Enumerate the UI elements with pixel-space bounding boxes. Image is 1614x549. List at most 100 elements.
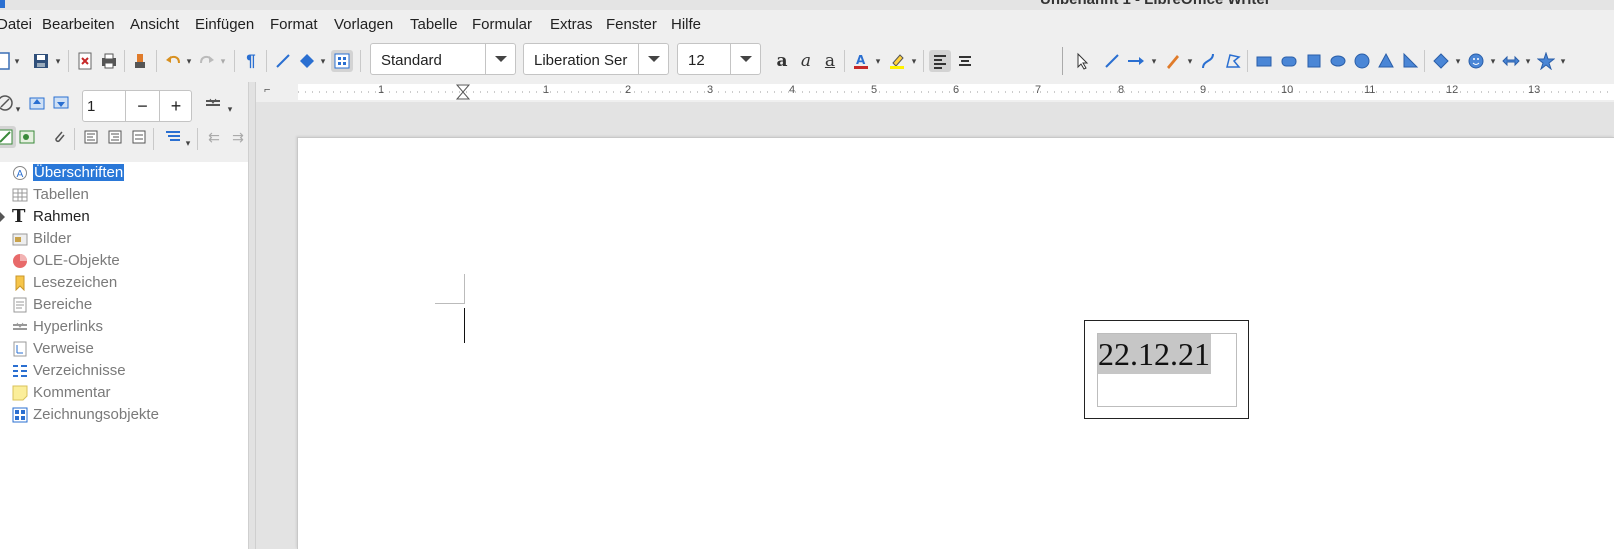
freeform-line-icon[interactable] bbox=[1162, 50, 1184, 72]
select-icon[interactable] bbox=[1071, 50, 1093, 72]
document-page[interactable] bbox=[297, 137, 1614, 549]
block-arrows-dropdown-icon[interactable]: ▾ bbox=[1523, 50, 1533, 72]
content-navigation-view-icon[interactable] bbox=[0, 126, 16, 148]
heading-levels-icon[interactable] bbox=[162, 126, 184, 148]
tree-item-indexes[interactable]: Verzeichnisse bbox=[0, 360, 250, 382]
menu-fenster[interactable]: Fenster bbox=[606, 16, 657, 33]
menu-vorlagen[interactable]: Vorlagen bbox=[334, 16, 393, 33]
menu-hilfe[interactable]: Hilfe bbox=[671, 16, 701, 33]
tree-item-ole-objects[interactable]: OLE-Objekte bbox=[0, 250, 250, 272]
increment-button[interactable]: + bbox=[159, 91, 192, 121]
ellipse-icon[interactable] bbox=[1327, 50, 1349, 72]
promote-level-icon[interactable] bbox=[128, 126, 150, 148]
font-name-dropdown-button[interactable] bbox=[638, 44, 668, 74]
tree-item-tables[interactable]: Tabellen bbox=[0, 184, 250, 206]
demote-outline-icon[interactable]: ⇇ bbox=[203, 126, 225, 148]
text-frame-content-area[interactable]: 22.12.21 bbox=[1097, 333, 1237, 407]
drag-mode-icon[interactable] bbox=[202, 92, 224, 114]
print-icon[interactable] bbox=[98, 50, 120, 72]
paragraph-style-dropdown-button[interactable] bbox=[485, 44, 515, 74]
rounded-rectangle-icon[interactable] bbox=[1278, 50, 1300, 72]
tree-item-references[interactable]: Verweise bbox=[0, 338, 250, 360]
font-size-combo[interactable]: 12 bbox=[677, 43, 761, 75]
font-size-dropdown-button[interactable] bbox=[730, 44, 760, 74]
menu-extras[interactable]: Extras bbox=[550, 16, 593, 33]
font-color-icon[interactable]: A bbox=[850, 50, 872, 72]
block-arrows-icon[interactable] bbox=[1500, 50, 1522, 72]
export-pdf-icon[interactable] bbox=[74, 50, 96, 72]
promote-outline-icon[interactable]: ⇉ bbox=[227, 126, 249, 148]
basic-shapes-dropdown-icon[interactable]: ▾ bbox=[1453, 50, 1463, 72]
tab-stop-selector[interactable]: ⌐ bbox=[264, 84, 270, 96]
symbol-shapes-smiley-icon[interactable] bbox=[1465, 50, 1487, 72]
sidebar-splitter[interactable] bbox=[248, 82, 256, 549]
underline-a-icon[interactable]: a bbox=[819, 50, 841, 72]
align-left-icon[interactable] bbox=[929, 50, 951, 72]
promote-chapter-icon[interactable] bbox=[80, 126, 102, 148]
horizontal-ruler[interactable]: ⌐ 1 1 2 3 4 5 6 7 8 9 10 11 12 13 bbox=[256, 82, 1614, 102]
undo-icon[interactable] bbox=[162, 50, 184, 72]
circle-icon[interactable] bbox=[1351, 50, 1373, 72]
tree-item-hyperlinks[interactable]: Hyperlinks bbox=[0, 316, 250, 338]
redo-icon[interactable] bbox=[196, 50, 218, 72]
undo-dropdown-icon[interactable]: ▾ bbox=[184, 50, 194, 72]
square-icon[interactable] bbox=[1303, 50, 1325, 72]
freeform-dropdown-icon[interactable]: ▾ bbox=[1185, 50, 1195, 72]
stars-icon[interactable] bbox=[1535, 50, 1557, 72]
menu-bearbeiten[interactable]: Bearbeiten bbox=[42, 16, 115, 33]
insert-line-icon[interactable] bbox=[272, 50, 294, 72]
stars-dropdown-icon[interactable]: ▾ bbox=[1558, 50, 1568, 72]
curve-icon[interactable] bbox=[1197, 50, 1219, 72]
text-frame[interactable]: 22.12.21 bbox=[1084, 320, 1249, 419]
tree-item-sections[interactable]: Bereiche bbox=[0, 294, 250, 316]
font-name-combo[interactable]: Liberation Ser bbox=[523, 43, 669, 75]
menu-format[interactable]: Format bbox=[270, 16, 318, 33]
date-field[interactable]: 22.12.21 bbox=[1098, 334, 1211, 374]
next-object-icon[interactable] bbox=[50, 92, 72, 114]
rectangle-icon[interactable] bbox=[1253, 50, 1275, 72]
demote-chapter-icon[interactable] bbox=[104, 126, 126, 148]
decrement-button[interactable]: − bbox=[125, 91, 159, 121]
menu-datei[interactable]: Datei bbox=[0, 16, 32, 33]
tree-item-frames[interactable]: T Rahmen bbox=[0, 206, 250, 228]
save-icon[interactable] bbox=[30, 50, 52, 72]
tree-item-bookmarks[interactable]: Lesezeichen bbox=[0, 272, 250, 294]
line-arrow-dropdown-icon[interactable]: ▾ bbox=[1149, 50, 1159, 72]
symbol-shapes-dropdown-icon[interactable]: ▾ bbox=[1488, 50, 1498, 72]
new-dropdown-icon[interactable]: ▾ bbox=[12, 50, 22, 72]
shapes-dropdown-icon[interactable]: ▾ bbox=[318, 50, 328, 72]
basic-shapes-icon[interactable] bbox=[296, 50, 318, 72]
insert-object-icon[interactable] bbox=[16, 126, 38, 148]
bold-a-icon[interactable]: a bbox=[771, 50, 793, 72]
polygon-icon[interactable] bbox=[1222, 50, 1244, 72]
basic-shapes-diamond-icon[interactable] bbox=[1430, 50, 1452, 72]
highlight-color-icon[interactable] bbox=[886, 50, 908, 72]
highlight-dropdown-icon[interactable]: ▾ bbox=[909, 50, 919, 72]
tree-item-headings[interactable]: A Überschriften bbox=[0, 162, 250, 184]
expand-arrow-icon[interactable] bbox=[0, 212, 5, 222]
right-triangle-icon[interactable] bbox=[1399, 50, 1421, 72]
previous-object-icon[interactable] bbox=[26, 92, 48, 114]
font-color-dropdown-icon[interactable]: ▾ bbox=[873, 50, 883, 72]
align-center-icon[interactable] bbox=[954, 50, 976, 72]
attachment-icon[interactable] bbox=[48, 126, 70, 148]
tree-item-images[interactable]: Bilder bbox=[0, 228, 250, 250]
menu-einfuegen[interactable]: Einfügen bbox=[195, 16, 254, 33]
menu-tabelle[interactable]: Tabelle bbox=[410, 16, 458, 33]
tree-item-comments[interactable]: Kommentar bbox=[0, 382, 250, 404]
page-number-spinner[interactable]: 1 − + bbox=[82, 90, 192, 122]
toggle-draw-functions-icon[interactable] bbox=[331, 50, 353, 72]
line-icon[interactable] bbox=[1101, 50, 1123, 72]
drag-mode-dropdown-icon[interactable]: ▾ bbox=[225, 98, 235, 120]
formatting-marks-icon[interactable]: ¶ bbox=[240, 50, 262, 72]
clone-formatting-icon[interactable] bbox=[130, 50, 152, 72]
line-ends-arrow-icon[interactable] bbox=[1125, 50, 1147, 72]
menu-ansicht[interactable]: Ansicht bbox=[130, 16, 179, 33]
paragraph-style-combo[interactable]: Standard bbox=[370, 43, 516, 75]
navigation-dropdown-icon[interactable]: ▾ bbox=[13, 98, 23, 120]
menu-formular[interactable]: Formular bbox=[472, 16, 532, 33]
triangle-icon[interactable] bbox=[1375, 50, 1397, 72]
tree-item-drawing-objects[interactable]: Zeichnungsobjekte bbox=[0, 404, 250, 426]
redo-dropdown-icon[interactable]: ▾ bbox=[218, 50, 228, 72]
save-dropdown-icon[interactable]: ▾ bbox=[53, 50, 63, 72]
